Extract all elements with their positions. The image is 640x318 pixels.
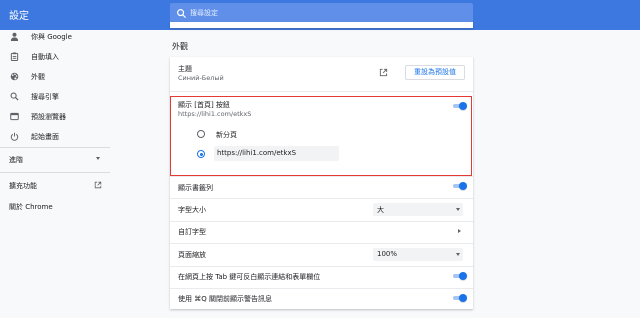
sidebar-divider xyxy=(0,172,110,173)
previous-section-card xyxy=(170,22,473,28)
tab-highlight-toggle[interactable] xyxy=(452,272,467,280)
sidebar-item-label: 起始畫面 xyxy=(31,133,59,141)
sidebar-item-default-browser[interactable]: 預設瀏覽器 xyxy=(0,110,110,124)
section-title-appearance: 外觀 xyxy=(172,42,188,51)
open-in-new-icon[interactable] xyxy=(379,68,388,77)
sidebar-item-label: 進階 xyxy=(9,156,23,164)
power-icon xyxy=(10,132,19,141)
sidebar-item-autofill[interactable]: 自動填入 xyxy=(0,50,110,64)
bookmarks-bar-row: 顯示書籤列 xyxy=(170,177,473,197)
page-title: 設定 xyxy=(9,11,29,22)
sidebar-item-label: 自動填入 xyxy=(31,53,59,61)
tab-highlight-label: 在網頁上按 Tab 鍵可反白顯示連結和表單欄位 xyxy=(178,273,321,281)
bookmarks-bar-toggle[interactable] xyxy=(452,182,467,190)
clipboard-icon xyxy=(10,52,19,61)
search-field[interactable]: 搜尋設定 xyxy=(170,3,473,24)
sidebar-item-label: 外觀 xyxy=(31,73,45,81)
sidebar-item-label: 擴充功能 xyxy=(9,182,37,190)
page-zoom-label: 頁面縮放 xyxy=(178,251,206,259)
highlight-box xyxy=(170,96,472,176)
search-placeholder: 搜尋設定 xyxy=(190,9,218,17)
sidebar-item-appearance[interactable]: 外觀 xyxy=(0,70,110,84)
custom-fonts-label: 自訂字型 xyxy=(178,228,206,236)
sidebar-item-label: 搜尋引擎 xyxy=(31,93,59,101)
row-divider xyxy=(170,91,473,92)
appearance-card: 主題 Синий-Белый 重設為預設值 顯示 [首頁] 按鈕 https:/… xyxy=(170,57,473,309)
sidebar-item-advanced[interactable]: 進階 xyxy=(0,153,110,167)
theme-value: Синий-Белый xyxy=(178,74,224,82)
sidebar-item-extensions[interactable]: 擴充功能 xyxy=(0,179,110,193)
sidebar-item-label: 你與 Google xyxy=(31,33,72,41)
sidebar-item-on-startup[interactable]: 起始畫面 xyxy=(0,130,110,144)
font-size-row: 字型大小 大 xyxy=(170,199,473,220)
custom-fonts-row[interactable]: 自訂字型 xyxy=(170,222,473,242)
sidebar-item-search-engine[interactable]: 搜尋引擎 xyxy=(0,90,110,104)
sidebar-item-about-chrome[interactable]: 關於 Chrome xyxy=(0,200,110,214)
font-size-label: 字型大小 xyxy=(178,206,206,214)
page-zoom-value: 100% xyxy=(377,250,398,258)
font-size-select[interactable]: 大 xyxy=(373,203,463,216)
search-icon xyxy=(10,92,19,101)
theme-row: 主題 Синий-Белый 重設為預設值 xyxy=(170,57,473,88)
chevron-down-icon xyxy=(456,253,460,256)
chevron-right-icon xyxy=(458,229,461,233)
chevron-down-icon xyxy=(96,157,100,160)
page-zoom-select[interactable]: 100% xyxy=(373,248,463,261)
open-in-new-icon xyxy=(94,181,102,189)
font-size-value: 大 xyxy=(377,206,384,214)
sidebar-item-you-and-google[interactable]: 你與 Google xyxy=(0,30,110,44)
quit-warning-label: 使用 ⌘Q 關閉前顯示警告訊息 xyxy=(178,295,272,303)
search-icon xyxy=(177,9,187,19)
page-zoom-row: 頁面縮放 100% xyxy=(170,244,473,265)
sidebar-divider xyxy=(0,147,110,148)
bookmarks-bar-label: 顯示書籤列 xyxy=(178,184,213,192)
reset-theme-button[interactable]: 重設為預設值 xyxy=(405,65,465,80)
browser-icon xyxy=(10,112,19,121)
theme-label: 主題 xyxy=(178,65,192,73)
person-icon xyxy=(10,32,19,41)
quit-warning-row: 使用 ⌘Q 關閉前顯示警告訊息 xyxy=(170,289,473,309)
tab-highlight-row: 在網頁上按 Tab 鍵可反白顯示連結和表單欄位 xyxy=(170,267,473,287)
chevron-down-icon xyxy=(456,208,460,211)
sidebar-item-label: 預設瀏覽器 xyxy=(31,113,66,121)
palette-icon xyxy=(10,72,19,81)
quit-warning-toggle[interactable] xyxy=(452,294,467,302)
sidebar-item-label: 關於 Chrome xyxy=(9,203,53,211)
